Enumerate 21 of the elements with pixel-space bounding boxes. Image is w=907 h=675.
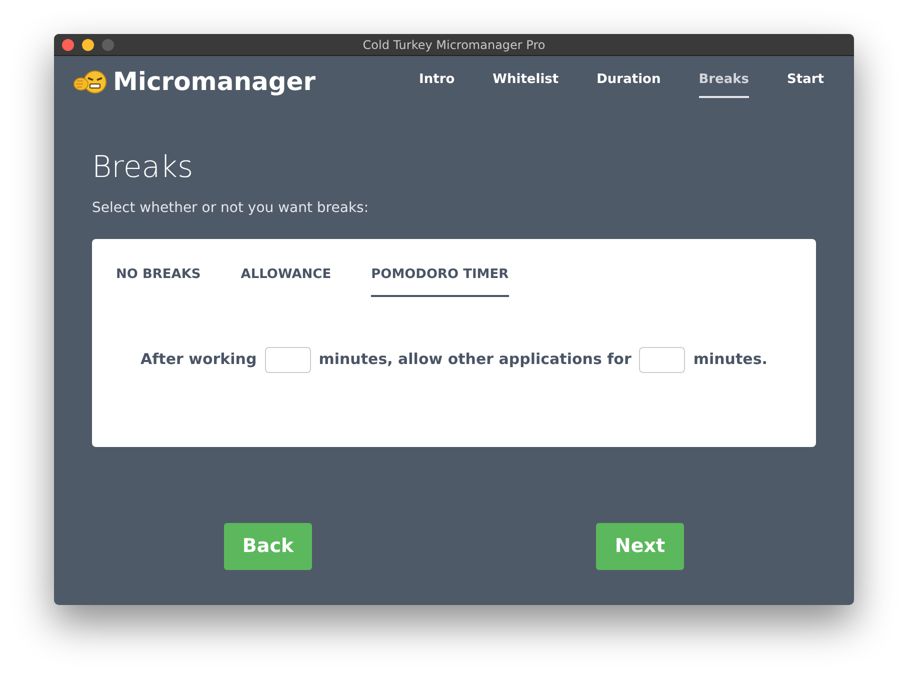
zoom-button[interactable] bbox=[102, 38, 114, 50]
sentence-text: minutes, allow other applications for bbox=[318, 349, 632, 370]
sentence-text: After working bbox=[140, 349, 257, 370]
nav-link[interactable]: Duration bbox=[596, 66, 661, 98]
break-tab[interactable]: POMODORO TIMER bbox=[371, 265, 509, 296]
nav-link[interactable]: Start bbox=[787, 66, 824, 98]
break-tab[interactable]: ALLOWANCE bbox=[240, 265, 332, 296]
close-button[interactable] bbox=[62, 38, 74, 50]
nav-link[interactable]: Breaks bbox=[698, 66, 750, 98]
minimize-button[interactable] bbox=[82, 38, 94, 50]
page-title: Breaks bbox=[92, 150, 194, 186]
work-minutes-field[interactable] bbox=[264, 346, 311, 372]
nav-link[interactable]: Intro bbox=[419, 66, 455, 98]
sentence-text: minutes. bbox=[693, 349, 768, 370]
break-tab[interactable]: NO BREAKS bbox=[116, 265, 201, 296]
app-name: Micromanager bbox=[113, 66, 316, 98]
window-title: Cold Turkey Micromanager Pro bbox=[362, 36, 546, 54]
page-subtitle: Select whether or not you want breaks: bbox=[92, 199, 370, 218]
angry-face-fist-icon bbox=[73, 69, 107, 95]
break-minutes-field[interactable] bbox=[639, 346, 686, 372]
nav-link[interactable]: Whitelist bbox=[492, 66, 559, 98]
